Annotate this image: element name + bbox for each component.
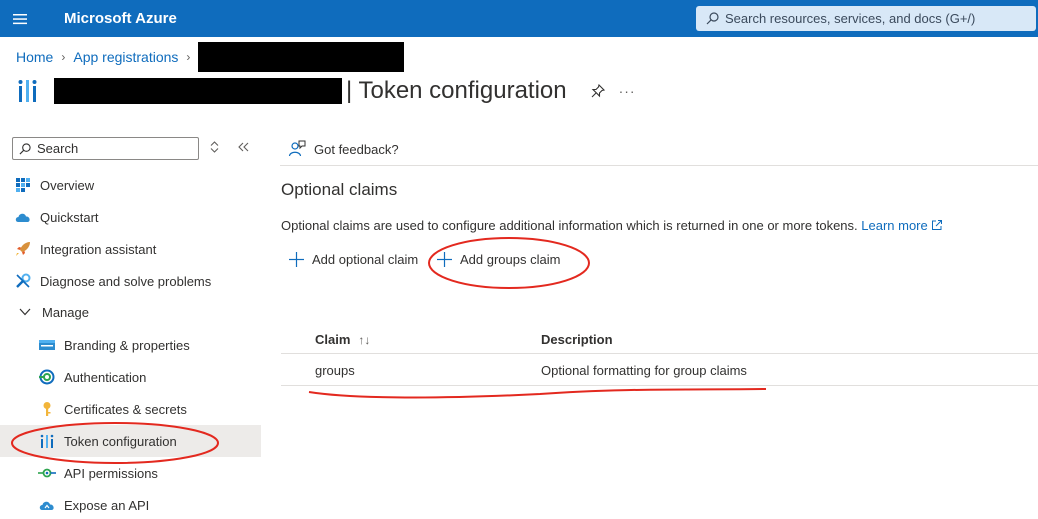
feedback-icon (288, 140, 306, 157)
sidebar-item-label: Token configuration (64, 433, 177, 449)
sidebar-search-placeholder: Search (37, 141, 79, 156)
sidebar-item-integration-assistant[interactable]: Integration assistant (0, 234, 261, 264)
chevron-updown-icon (210, 141, 219, 153)
redacted-app-name (198, 42, 405, 72)
section-description: Optional claims are used to configure ad… (281, 218, 943, 233)
authentication-icon (38, 368, 56, 386)
sidebar-item-label: Authentication (64, 369, 147, 385)
description-cell: Optional formatting for group claims (541, 363, 747, 378)
rocket-icon (14, 240, 32, 258)
top-bar: Microsoft Azure Search resources, servic… (0, 0, 1038, 37)
sidebar-item-label: Quickstart (40, 209, 99, 225)
overview-icon (14, 176, 32, 194)
sidebar-item-label: API permissions (64, 465, 158, 481)
global-search-input[interactable]: Search resources, services, and docs (G+… (696, 6, 1036, 31)
claims-table-header: Claim ↑↓ Description (281, 326, 1038, 354)
chevron-right-icon: › (61, 50, 66, 64)
search-icon (706, 12, 719, 25)
sidebar-item-label: Diagnose and solve problems (40, 273, 212, 289)
page-title: | Token configuration (346, 77, 567, 104)
feedback-button[interactable]: Got feedback? (288, 140, 399, 158)
sidebar-item-api-permissions[interactable]: API permissions (0, 458, 261, 488)
column-header-description: Description (541, 332, 613, 347)
column-header-claim-label: Claim (315, 332, 351, 347)
more-options-button[interactable]: ··· (619, 83, 636, 99)
command-bar-divider (280, 165, 1038, 166)
hamburger-icon (13, 13, 27, 24)
sidebar-item-certificates-and-secrets[interactable]: Certificates & secrets (0, 394, 261, 424)
plus-icon (437, 252, 452, 267)
sidebar: Search Overview Quickstart Integration a… (0, 130, 261, 519)
add-groups-claim-button[interactable]: Add groups claim (437, 252, 560, 267)
sidebar-item-token-configuration[interactable]: Token configuration (0, 425, 261, 457)
pin-icon (591, 84, 605, 98)
sidebar-item-label: Integration assistant (40, 241, 157, 257)
main-content: Got feedback? Optional claims Optional c… (280, 130, 1038, 519)
page-header: | Token configuration ··· (16, 76, 636, 106)
search-placeholder: Search resources, services, and docs (G+… (725, 11, 976, 26)
column-header-claim[interactable]: Claim ↑↓ (315, 332, 370, 347)
breadcrumb-app-registrations[interactable]: App registrations (73, 49, 178, 65)
add-optional-claim-label: Add optional claim (312, 252, 419, 267)
cloud-icon (38, 496, 56, 514)
brand-title[interactable]: Microsoft Azure (64, 10, 177, 27)
pin-button[interactable] (591, 84, 605, 98)
chevron-right-icon: › (186, 50, 191, 64)
api-permissions-icon (38, 464, 56, 482)
plus-icon (289, 252, 304, 267)
add-groups-claim-label: Add groups claim (460, 252, 561, 267)
sidebar-item-label: Expose an API (64, 497, 150, 513)
sidebar-group-manage[interactable]: Manage (0, 297, 261, 327)
section-title: Optional claims (281, 180, 398, 199)
token-configuration-icon (18, 80, 37, 102)
sort-icon: ↑↓ (358, 333, 371, 347)
sidebar-item-expose-an-api[interactable]: Expose an API (0, 490, 261, 519)
wrench-icon (14, 272, 32, 290)
sidebar-item-label: Overview (40, 177, 95, 193)
sidebar-item-label: Certificates & secrets (64, 401, 187, 417)
double-chevron-left-icon (238, 142, 249, 152)
branding-icon (38, 336, 56, 354)
external-link-icon (932, 220, 943, 230)
sidebar-item-quickstart[interactable]: Quickstart (0, 202, 261, 232)
hamburger-menu-button[interactable] (0, 0, 40, 37)
key-icon (38, 400, 56, 418)
sidebar-item-diagnose-and-solve-problems[interactable]: Diagnose and solve problems (0, 266, 261, 296)
breadcrumb: Home › App registrations › (16, 42, 405, 72)
chevron-down-icon (16, 303, 34, 321)
sidebar-search-input[interactable]: Search (12, 137, 199, 160)
token-icon (38, 432, 56, 450)
sidebar-item-overview[interactable]: Overview (0, 170, 261, 200)
sidebar-expand-button[interactable] (210, 141, 219, 156)
learn-more-link[interactable]: Learn more (861, 218, 943, 233)
learn-more-label: Learn more (861, 218, 928, 233)
add-optional-claim-button[interactable]: Add optional claim (289, 252, 418, 267)
claim-cell: groups (315, 363, 355, 378)
sidebar-item-authentication[interactable]: Authentication (0, 362, 261, 392)
table-row[interactable]: groups Optional formatting for group cla… (281, 356, 1038, 386)
search-icon (19, 142, 31, 154)
sidebar-item-label: Manage (42, 304, 89, 320)
description-text: Optional claims are used to configure ad… (281, 218, 858, 233)
cloud-icon (14, 208, 32, 226)
sidebar-item-label: Branding & properties (64, 337, 190, 353)
collapse-sidebar-button[interactable] (238, 141, 249, 155)
sidebar-item-branding-and-properties[interactable]: Branding & properties (0, 330, 261, 360)
feedback-label: Got feedback? (314, 141, 399, 157)
breadcrumb-home[interactable]: Home (16, 49, 53, 65)
redacted-app-title (54, 78, 342, 104)
